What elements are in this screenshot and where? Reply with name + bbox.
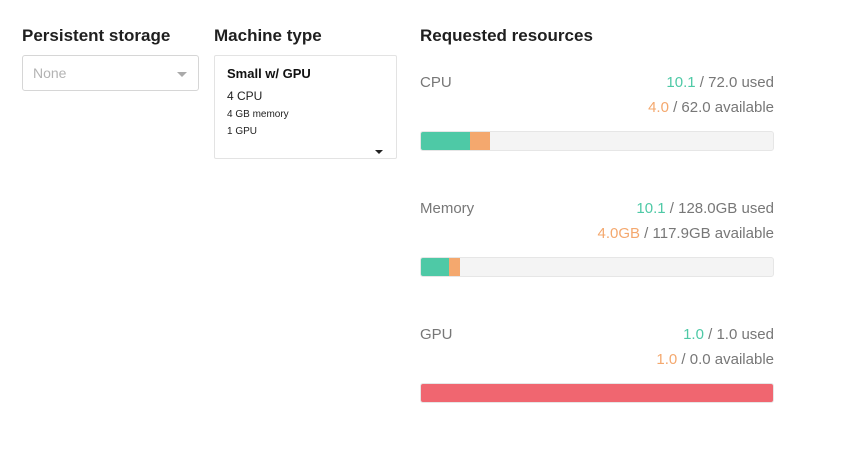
cpu-requested-segment — [470, 132, 490, 150]
gpu-available-rest: / 0.0 available — [677, 351, 774, 368]
cpu-used-segment — [421, 132, 471, 150]
cpu-used-text: 10.1 / 72.0 used — [666, 74, 774, 91]
memory-used-segment — [421, 258, 449, 276]
cpu-resource: CPU 10.1 / 72.0 used 4.0 / 62.0 availabl… — [420, 74, 774, 154]
cpu-used-value: 10.1 — [666, 74, 696, 91]
gpu-used-value: 1.0 — [683, 326, 704, 343]
machine-type-select[interactable]: Small w/ GPU 4 CPU 4 GB memory 1 GPU — [214, 55, 397, 159]
memory-requested-segment — [448, 258, 460, 276]
memory-available-text: 4.0GB / 117.9GB available — [597, 225, 774, 242]
persistent-storage-title: Persistent storage — [22, 26, 171, 45]
gpu-label: GPU — [420, 326, 453, 343]
machine-memory: 4 GB memory — [227, 109, 289, 120]
requested-resources-title: Requested resources — [420, 26, 593, 45]
gpu-available-value: 1.0 — [656, 351, 678, 368]
memory-available-rest: / 117.9GB available — [640, 225, 774, 242]
cpu-used-rest: / 72.0 used — [695, 74, 774, 91]
memory-usage-bar — [420, 257, 774, 277]
cpu-available-rest: / 62.0 available — [668, 99, 774, 116]
gpu-overcommit-segment — [421, 384, 773, 402]
memory-used-text: 10.1 / 128.0GB used — [636, 200, 774, 217]
gpu-usage-bar — [420, 383, 774, 403]
cpu-usage-bar — [420, 131, 774, 151]
gpu-available-text: 1.0 / 0.0 available — [656, 351, 774, 368]
machine-type-title: Machine type — [214, 26, 322, 45]
storage-select-placeholder: None — [33, 65, 67, 81]
memory-available-value: 4.0GB — [597, 225, 641, 242]
memory-used-rest: / 128.0GB used — [665, 200, 774, 217]
cpu-available-value: 4.0 — [648, 99, 669, 116]
cpu-available-text: 4.0 / 62.0 available — [648, 99, 774, 116]
persistent-storage-select[interactable]: None — [22, 55, 199, 91]
machine-name: Small w/ GPU — [227, 66, 311, 81]
machine-gpu: 1 GPU — [227, 126, 258, 137]
chevron-down-icon — [177, 72, 187, 77]
cpu-label: CPU — [420, 74, 452, 91]
gpu-used-rest: / 1.0 used — [703, 326, 774, 343]
memory-resource: Memory 10.1 / 128.0GB used 4.0GB / 117.9… — [420, 200, 774, 280]
gpu-resource: GPU 1.0 / 1.0 used 1.0 / 0.0 available — [420, 326, 774, 406]
machine-cpu: 4 CPU — [227, 89, 263, 103]
gpu-used-text: 1.0 / 1.0 used — [683, 326, 774, 343]
caret-down-icon — [375, 150, 383, 154]
memory-label: Memory — [420, 200, 475, 217]
memory-used-value: 10.1 — [636, 200, 666, 217]
